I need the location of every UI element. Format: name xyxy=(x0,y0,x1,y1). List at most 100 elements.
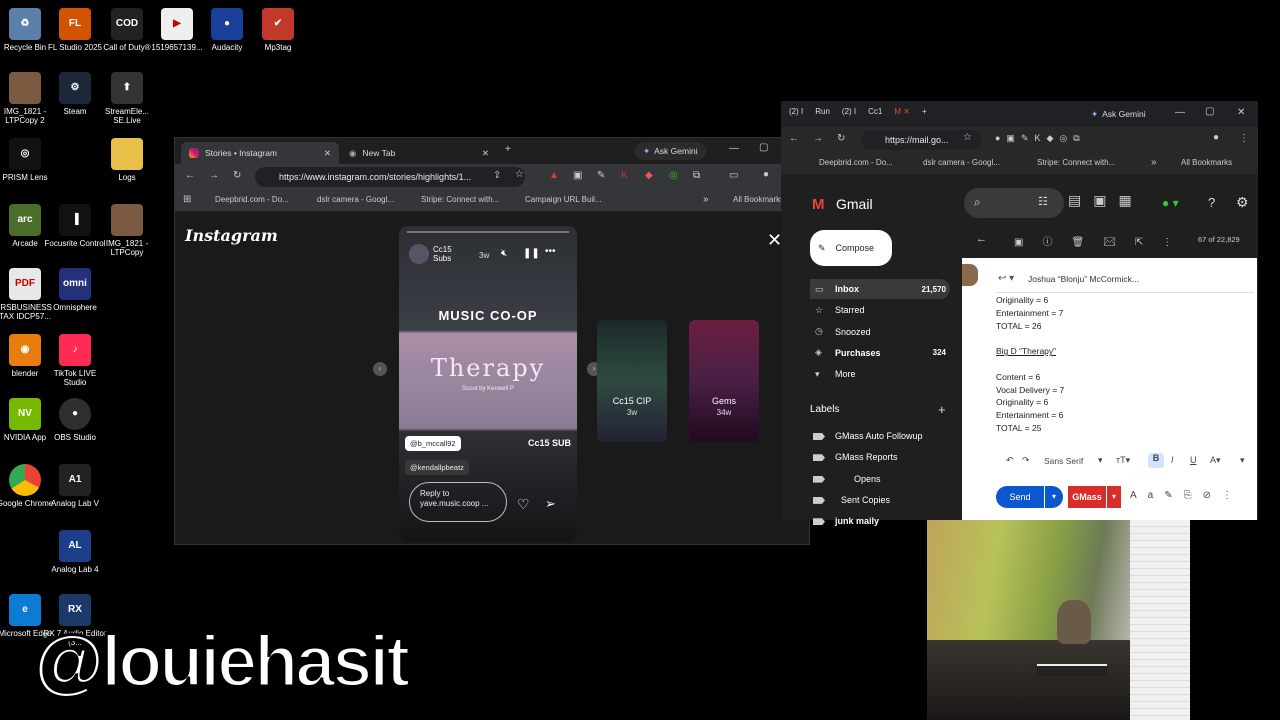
profile-avatar-icon[interactable]: ● xyxy=(1213,132,1219,143)
label-item-junk-maily[interactable]: junk maily xyxy=(810,516,879,526)
ask-gemini-button[interactable]: ✦ Ask Gemini xyxy=(635,142,706,160)
menu-dots-icon[interactable]: ⋮ xyxy=(1239,133,1249,144)
all-bookmarks[interactable]: All Bookmarks xyxy=(1181,158,1232,167)
install-icon[interactable]: ⇪ xyxy=(493,170,501,181)
label-item-gmass-auto-followup[interactable]: GMass Auto Followup xyxy=(810,431,923,441)
bookmark-star-icon[interactable]: ☆ xyxy=(963,132,972,143)
desktop-icon-analog-lab-v[interactable]: A1 Analog Lab V xyxy=(42,464,108,508)
bookmark-stripe[interactable]: Stripe: Connect with... xyxy=(1037,158,1115,167)
reply-input[interactable]: Reply to yave.music.coop ... xyxy=(409,482,507,522)
nav-item-snoozed[interactable]: ◷ Snoozed xyxy=(810,322,950,342)
extension-icon-3[interactable]: ✎ xyxy=(597,170,605,181)
bookmark-dslr[interactable]: dslr camera - Googl... xyxy=(923,158,1000,167)
extension-icons[interactable]: ●▣✎K◆◎⧉ xyxy=(995,133,1086,144)
undo-icon[interactable]: ↶ xyxy=(1006,455,1014,466)
story-preview-1[interactable]: Cc15 CIP 3w xyxy=(597,320,667,442)
desktop-icon-analog-lab-4[interactable]: AL Analog Lab 4 xyxy=(42,530,108,574)
story-preview-2[interactable]: Gems 34w xyxy=(689,320,759,442)
help-icon[interactable]: ? xyxy=(1208,195,1215,210)
compose-action-icons[interactable]: Aa✎⎘⊘⋮ xyxy=(1130,490,1243,501)
maximize-icon[interactable]: ▢ xyxy=(1205,106,1214,117)
toolbar-action-icons[interactable]: ▣ⓘ🗑︎✉︎⇱⋮ xyxy=(1014,233,1191,248)
mute-icon[interactable]: 🔇︎ xyxy=(501,248,507,259)
prev-story-icon[interactable]: ‹ xyxy=(373,362,387,376)
desktop-icon-tiktok-live-studio[interactable]: ♪ TikTok LIVE Studio xyxy=(42,334,108,387)
apps-grid-icon[interactable]: ⊞ xyxy=(183,194,191,205)
close-window-icon[interactable]: ✕ xyxy=(1237,107,1245,118)
gmass-options-button[interactable]: ▾ xyxy=(1107,486,1121,508)
bookmarks-overflow-icon[interactable]: » xyxy=(1151,157,1157,168)
desktop-icon-logs[interactable]: Logs xyxy=(94,138,160,182)
profile-avatar-icon[interactable]: ● xyxy=(763,169,769,180)
desktop-icon-streamele-se-live[interactable]: ⬆ StreamEle... SE.Live xyxy=(94,72,160,125)
tab-new[interactable]: ◉ New Tab ✕ xyxy=(341,142,497,164)
reply-icon[interactable]: ↩ ▾ xyxy=(998,273,1014,284)
status-icon[interactable]: ● ▾ xyxy=(1162,196,1179,210)
nav-item-more[interactable]: ▾ More xyxy=(810,364,950,384)
desktop-icon-mp3tag[interactable]: ✔ Mp3tag xyxy=(245,8,311,52)
font-select[interactable]: Sans Serif xyxy=(1044,456,1083,466)
nav-item-purchases[interactable]: ◈ Purchases 324 xyxy=(810,343,950,363)
bookmark-stripe[interactable]: Stripe: Connect with... xyxy=(421,195,499,204)
story-menu-icon[interactable]: ••• xyxy=(545,246,556,257)
label-item-sent-copies[interactable]: Sent Copies xyxy=(810,495,890,505)
forward-icon[interactable]: → xyxy=(813,133,823,144)
new-tab-icon[interactable]: + xyxy=(922,107,927,116)
reload-icon[interactable]: ↻ xyxy=(837,133,845,144)
bold-icon[interactable]: B xyxy=(1148,453,1164,468)
tab-close-icon[interactable]: ✕ xyxy=(482,148,489,159)
desktop-icon-img-1821-ltpcopy[interactable]: IMG_1821 - LTPCopy xyxy=(94,204,160,257)
bookmark-star-icon[interactable]: ☆ xyxy=(515,169,524,180)
label-item-opens[interactable]: Opens xyxy=(810,474,881,484)
pause-icon[interactable]: ❚❚ xyxy=(523,248,540,259)
gmass-button[interactable]: GMass xyxy=(1068,486,1106,508)
reload-icon[interactable]: ↻ xyxy=(233,170,241,181)
tab-4[interactable]: Cc1 xyxy=(868,107,882,116)
compose-button[interactable]: ✎ Compose xyxy=(810,230,892,266)
nav-item-inbox[interactable]: ▭ Inbox 21,570 xyxy=(810,279,950,299)
tab-close-icon[interactable]: ✕ xyxy=(324,148,331,159)
extension-icon-6[interactable]: ◎ xyxy=(669,170,678,181)
more-formatting-icon[interactable]: ▾ xyxy=(1240,455,1245,466)
desktop-icon-omnisphere[interactable]: omni Omnisphere xyxy=(42,268,108,312)
underline-icon[interactable]: U xyxy=(1190,455,1197,465)
desktop-icon-obs-studio[interactable]: ● OBS Studio xyxy=(42,398,108,442)
bookmarks-overflow-icon[interactable]: » xyxy=(703,194,709,205)
back-icon[interactable]: ← xyxy=(185,170,195,181)
tab-1[interactable]: (2) I xyxy=(789,107,803,116)
bookmark-deepbrid[interactable]: Deepbrid.com - Do... xyxy=(215,195,289,204)
extension-icon-2[interactable]: ▣ xyxy=(573,170,582,181)
search-options-icon[interactable]: ☷ xyxy=(1038,195,1048,208)
italic-icon[interactable]: I xyxy=(1171,455,1174,465)
extensions-puzzle-icon[interactable]: ⧉ xyxy=(693,170,700,181)
send-button[interactable]: Send xyxy=(996,486,1044,508)
gmass-icons[interactable]: ▤▣▦ xyxy=(1068,192,1144,209)
extension-icon-1[interactable]: ▲ xyxy=(549,170,559,181)
mention-sticker-1[interactable]: @b_mccall92 xyxy=(405,436,461,451)
like-heart-icon[interactable]: ♡ xyxy=(517,496,530,513)
back-to-inbox-icon[interactable]: ← xyxy=(976,233,987,245)
gmail-m-icon[interactable]: M xyxy=(812,196,825,213)
sidepanel-icon[interactable]: ▭ xyxy=(729,170,738,181)
forward-icon[interactable]: → xyxy=(209,170,219,181)
font-dropdown-icon[interactable]: ▾ xyxy=(1098,455,1103,466)
mention-sticker-2[interactable]: @kendallpbeatz xyxy=(405,460,469,475)
desktop-icon-prism-lens[interactable]: ◎ PRISM Lens xyxy=(0,138,58,182)
redo-icon[interactable]: ↷ xyxy=(1022,455,1030,466)
tab-instagram[interactable]: Stories • Instagram ✕ xyxy=(181,142,339,164)
ask-gemini-button[interactable]: ✦ Ask Gemini xyxy=(1083,105,1154,123)
sender-avatar[interactable] xyxy=(962,264,978,286)
story-avatar[interactable] xyxy=(409,244,429,264)
tab-2[interactable]: Run xyxy=(815,107,830,116)
gmail-logo[interactable]: Gmail xyxy=(836,196,873,212)
bookmark-deepbrid[interactable]: Deepbrid.com - Do... xyxy=(819,158,893,167)
minimize-icon[interactable]: — xyxy=(1175,107,1185,118)
add-label-icon[interactable]: + xyxy=(938,402,946,417)
all-bookmarks[interactable]: All Bookmarks xyxy=(733,195,784,204)
nav-item-starred[interactable]: ☆ Starred xyxy=(810,300,950,320)
back-icon[interactable]: ← xyxy=(789,133,799,144)
search-bar[interactable]: ⌕ ☷ xyxy=(964,188,1064,218)
bookmark-dslr[interactable]: dslr camera - Googl... xyxy=(317,195,394,204)
maximize-icon[interactable]: ▢ xyxy=(759,142,768,153)
label-item-gmass-reports[interactable]: GMass Reports xyxy=(810,452,898,462)
